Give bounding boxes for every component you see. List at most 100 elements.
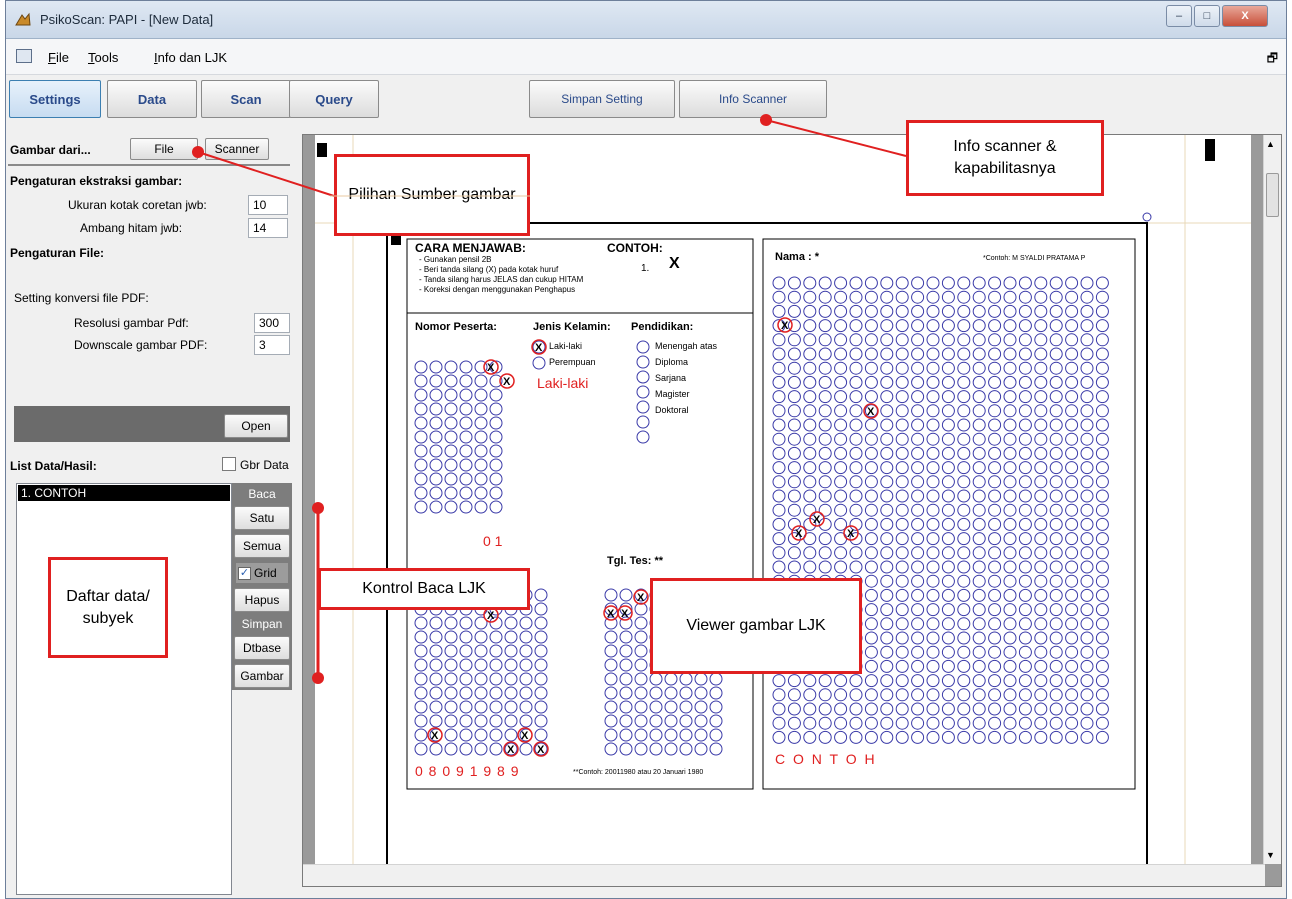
dtbase-button[interactable]: Dtbase bbox=[234, 636, 290, 660]
callout-kontrol: Kontrol Baca LJK bbox=[318, 568, 530, 610]
restore-icon[interactable]: 🗗 bbox=[1267, 49, 1278, 70]
nama-result: C O N T O H bbox=[775, 751, 877, 767]
grid-toggle[interactable]: ✓ Grid bbox=[236, 563, 288, 583]
callout-dot bbox=[312, 672, 324, 684]
ljk-image: XXXXXXXXXXXXXXXX CARA MENJAWAB: CONTOH: … bbox=[315, 135, 1251, 864]
grid-checkbox[interactable]: ✓ bbox=[238, 566, 251, 580]
contoh-x: X bbox=[669, 255, 680, 272]
scanner-source-button[interactable]: Scanner bbox=[205, 138, 269, 160]
hapus-button[interactable]: Hapus bbox=[234, 588, 290, 612]
menu-bar: File Tools Info dan LJK 🗗 bbox=[6, 39, 1286, 75]
bubble-x-mark: X bbox=[537, 744, 545, 756]
bubble-x-mark: X bbox=[621, 608, 629, 620]
tanggal-note: **Contoh: 20011980 atau 20 Januari 1980 bbox=[573, 769, 704, 776]
maximize-button[interactable]: □ bbox=[1194, 5, 1220, 27]
info-scanner-button[interactable]: Info Scanner bbox=[679, 80, 827, 118]
bubble-x-mark: X bbox=[795, 528, 803, 540]
callout-dot bbox=[192, 146, 204, 158]
bubble-x-mark: X bbox=[781, 320, 789, 332]
bubble-x-mark: X bbox=[637, 592, 645, 604]
resolusi-input[interactable]: 300 bbox=[254, 313, 290, 333]
gbr-data-label: Gbr Data bbox=[240, 458, 289, 472]
bubble-x-mark: X bbox=[503, 376, 511, 388]
resolusi-label: Resolusi gambar Pdf: bbox=[74, 316, 189, 330]
minimize-button[interactable]: – bbox=[1166, 5, 1192, 27]
bubble-x-mark: X bbox=[847, 528, 855, 540]
bubble-x-mark: X bbox=[487, 362, 495, 374]
downscale-label: Downscale gambar PDF: bbox=[74, 338, 208, 352]
data-list[interactable]: 1. CONTOH bbox=[16, 483, 232, 895]
simpan-setting-button[interactable]: Simpan Setting bbox=[529, 80, 675, 118]
gbr-data-checkbox[interactable] bbox=[222, 457, 236, 471]
divider bbox=[8, 164, 290, 166]
instructions: - Gunakan pensil 2B - Beri tanda silang (… bbox=[419, 255, 584, 294]
ekstraksi-title: Pengaturan ekstraksi gambar: bbox=[10, 174, 183, 188]
contoh-heading: CONTOH: bbox=[607, 241, 663, 255]
pend-2: Sarjana bbox=[655, 373, 687, 383]
nama-note: *Contoh: M SYALDI PRATAMA P bbox=[983, 255, 1086, 262]
horizontal-scrollbar[interactable] bbox=[303, 864, 1265, 886]
downscale-input[interactable]: 3 bbox=[254, 335, 290, 355]
pendidikan: Pendidikan: bbox=[631, 321, 694, 333]
tanggal-result: 0 8 0 9 1 9 8 9 bbox=[415, 763, 520, 779]
vertical-scrollbar[interactable]: ▲ ▼ bbox=[1263, 135, 1281, 864]
nama-label: Nama : * bbox=[775, 251, 820, 263]
ukuran-label: Ukuran kotak coretan jwb: bbox=[68, 198, 207, 212]
jk-perempuan: Perempuan bbox=[549, 357, 596, 367]
window-title: PsikoScan: PAPI - [New Data] bbox=[40, 12, 214, 27]
callout-viewer: Viewer gambar LJK bbox=[650, 578, 862, 674]
callout-dot bbox=[760, 114, 772, 126]
tab-data[interactable]: Data bbox=[107, 80, 197, 118]
bubble-x-mark: X bbox=[507, 744, 515, 756]
list-item[interactable]: 1. CONTOH bbox=[18, 485, 230, 501]
nomor-peserta: Nomor Peserta: bbox=[415, 321, 497, 333]
tab-scan[interactable]: Scan bbox=[201, 80, 291, 118]
control-group: Baca Satu Semua ✓ Grid Hapus Simpan Dtba… bbox=[232, 483, 292, 690]
jk-laki: Laki-laki bbox=[549, 341, 583, 351]
tgl-tes: Tgl. Tes: ** bbox=[607, 555, 664, 567]
pend-1: Diploma bbox=[655, 357, 689, 367]
open-button[interactable]: Open bbox=[224, 414, 288, 438]
bubble-x-mark: X bbox=[431, 730, 439, 742]
gambar-button[interactable]: Gambar bbox=[234, 664, 290, 688]
menu-info-ljk[interactable]: Info dan LJK bbox=[154, 50, 227, 65]
title-bar: PsikoScan: PAPI - [New Data] – □ X bbox=[6, 1, 1286, 39]
callout-info: Info scanner & kapabilitasnya bbox=[906, 120, 1104, 196]
jenis-kelamin: Jenis Kelamin: bbox=[533, 321, 611, 333]
ljk-image-viewer[interactable]: XXXXXXXXXXXXXXXX CARA MENJAWAB: CONTOH: … bbox=[302, 134, 1282, 887]
contoh-mark: 1. bbox=[641, 263, 650, 274]
list-title: List Data/Hasil: bbox=[10, 459, 97, 473]
menu-tools[interactable]: Tools bbox=[88, 50, 118, 65]
gambar-dari-label: Gambar dari... bbox=[10, 143, 91, 157]
pdf-title: Setting konversi file PDF: bbox=[14, 291, 149, 305]
menu-file[interactable]: File bbox=[48, 50, 69, 65]
pend-3: Magister bbox=[655, 389, 690, 399]
ukuran-input[interactable]: 10 bbox=[248, 195, 288, 215]
tab-query[interactable]: Query bbox=[289, 80, 379, 118]
pend-4: Doktoral bbox=[655, 405, 689, 415]
callout-daftar: Daftar data/ subyek bbox=[48, 557, 168, 658]
document-icon[interactable] bbox=[16, 49, 32, 63]
semua-button[interactable]: Semua bbox=[234, 534, 290, 558]
scroll-down-icon[interactable]: ▼ bbox=[1266, 850, 1275, 860]
callout-dot bbox=[312, 502, 324, 514]
bubble-x-mark: X bbox=[521, 730, 529, 742]
scroll-thumb[interactable] bbox=[1266, 173, 1279, 217]
satu-button[interactable]: Satu bbox=[234, 506, 290, 530]
file-source-button[interactable]: File bbox=[130, 138, 198, 160]
pend-0: Menengah atas bbox=[655, 341, 718, 351]
callout-sumber: Pilihan Sumber gambar bbox=[334, 154, 530, 236]
app-icon bbox=[15, 12, 31, 26]
close-button[interactable]: X bbox=[1222, 5, 1268, 27]
nomor-result: 0 1 bbox=[483, 533, 503, 549]
tab-settings[interactable]: Settings bbox=[9, 80, 101, 118]
bubble-x-mark: X bbox=[487, 610, 495, 622]
scroll-up-icon[interactable]: ▲ bbox=[1266, 139, 1275, 149]
simpan-label: Simpan bbox=[241, 617, 283, 631]
ambang-input[interactable]: 14 bbox=[248, 218, 288, 238]
bubble-x-mark: X bbox=[867, 406, 875, 418]
cara-menjawab: CARA MENJAWAB: bbox=[415, 241, 526, 255]
bubble-x-mark: X bbox=[813, 514, 821, 526]
bubble-x-mark: X bbox=[607, 608, 615, 620]
baca-label: Baca bbox=[248, 487, 276, 501]
